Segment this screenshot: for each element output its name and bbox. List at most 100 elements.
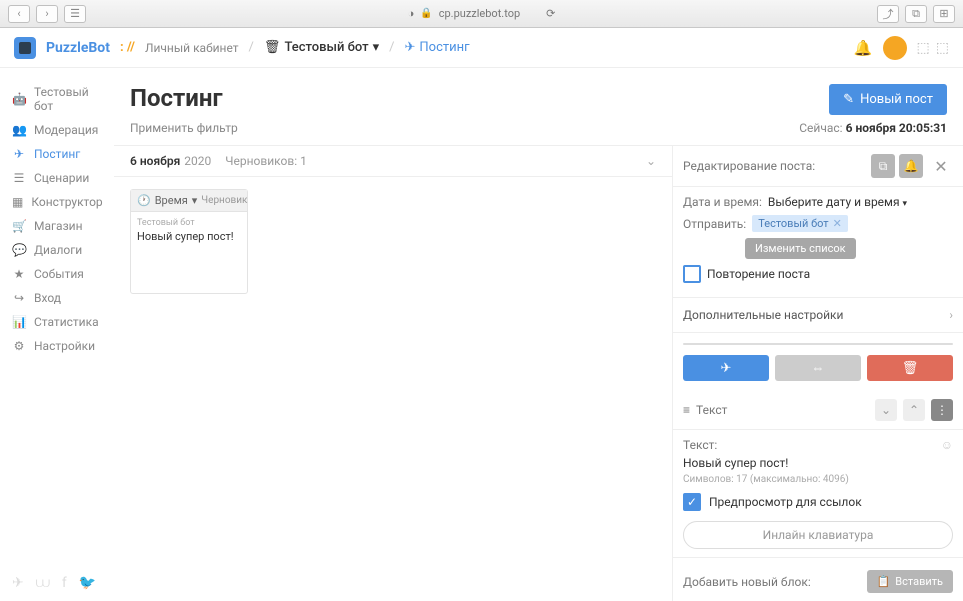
change-list-button[interactable]: Изменить список bbox=[745, 238, 856, 259]
drafts-count: Черновиков: 1 bbox=[225, 154, 307, 168]
blocks-icon: ▦ bbox=[12, 195, 23, 209]
preview-checkbox[interactable]: ✓ bbox=[683, 493, 701, 511]
sidebar-item-login[interactable]: ↪Вход bbox=[0, 286, 114, 310]
segment-draft[interactable]: Черновик bbox=[818, 344, 952, 345]
recipient-chip[interactable]: Тестовый бот✕ bbox=[752, 215, 848, 232]
vk-icon[interactable]: ⩊ bbox=[36, 575, 50, 591]
apply-filter-link[interactable]: Применить фильтр bbox=[130, 121, 238, 135]
app-logo[interactable] bbox=[14, 37, 36, 59]
telegram-icon[interactable]: ✈ bbox=[12, 575, 24, 591]
card-bot-name: Тестовый бот bbox=[137, 218, 241, 228]
chevron-down-icon: ⌄ bbox=[646, 154, 656, 168]
send-label: Отправить: bbox=[683, 217, 746, 231]
brand-name[interactable]: PuzzleBot bbox=[46, 40, 110, 56]
crumb-sep: / bbox=[249, 40, 254, 55]
block-up-button[interactable]: ⌃ bbox=[903, 399, 925, 421]
link-icon: ⇔ bbox=[812, 360, 825, 376]
datetime-label: Дата и время: bbox=[683, 195, 762, 209]
sidebar-item-events[interactable]: ★События bbox=[0, 262, 114, 286]
sidebar-item-moderation[interactable]: 👥Модерация bbox=[0, 118, 114, 142]
share-icon[interactable]: ⤴ bbox=[877, 5, 899, 23]
day-date: 6 ноября bbox=[130, 154, 180, 168]
notify-button[interactable]: 🔔 bbox=[899, 154, 923, 178]
repeat-checkbox[interactable] bbox=[683, 265, 701, 283]
insert-button[interactable]: 📋 Вставить bbox=[867, 570, 953, 593]
paste-icon: 📋 bbox=[877, 575, 891, 588]
trash-icon: 🗑 bbox=[902, 361, 919, 376]
chevron-down-icon: ▾ bbox=[192, 194, 198, 207]
send-icon: ✈ bbox=[405, 40, 416, 55]
browser-chrome: ‹ › ☰ ◑ 🔒 cp.puzzlebot.top ⟳ ⤴ ⧉ ⊞ bbox=[0, 0, 963, 28]
link-action-button[interactable]: ⇔ bbox=[775, 355, 861, 381]
crumb-page: ✈ Постинг bbox=[405, 40, 470, 55]
star-icon: ★ bbox=[12, 267, 26, 281]
block-down-button[interactable]: ⌄ bbox=[875, 399, 897, 421]
day-group-header[interactable]: 6 ноября 2020 Черновиков: 1 ⌄ bbox=[114, 146, 672, 177]
send-action-button[interactable]: ✈ bbox=[683, 355, 769, 381]
block-title: Текст bbox=[696, 403, 727, 417]
sidebar-item-shop[interactable]: 🛒Магазин bbox=[0, 214, 114, 238]
text-label: Текст: bbox=[683, 438, 717, 452]
close-editor-button[interactable]: ✕ bbox=[929, 157, 953, 176]
pencil-icon: ✎ bbox=[843, 92, 854, 107]
advanced-settings-toggle[interactable]: Дополнительные настройки › bbox=[673, 298, 963, 333]
list-icon: ☰ bbox=[12, 171, 26, 185]
crumb-bot-dropdown[interactable]: 🗑 Тестовый бот ▾ bbox=[264, 40, 379, 55]
reload-icon[interactable]: ⟳ bbox=[546, 7, 555, 20]
day-year: 2020 bbox=[184, 154, 211, 168]
forward-button[interactable]: › bbox=[36, 5, 58, 23]
sidebar-item-constructor[interactable]: ▦Конструктор bbox=[0, 190, 114, 214]
sidebar-item-stats[interactable]: 📊Статистика bbox=[0, 310, 114, 334]
add-block-label: Добавить новый блок: bbox=[683, 575, 811, 589]
editor-title: Редактирование поста: bbox=[683, 159, 815, 173]
bot-icon: 🤖 bbox=[12, 92, 26, 106]
back-button[interactable]: ‹ bbox=[8, 5, 30, 23]
new-post-button[interactable]: ✎ Новый пост bbox=[829, 84, 947, 115]
cart-icon: 🛒 bbox=[12, 219, 26, 233]
post-card-header[interactable]: 🕐 Время ▾ Черновик bbox=[131, 190, 247, 212]
brand-sep: : // bbox=[120, 40, 135, 55]
align-icon: ≡ bbox=[683, 403, 690, 417]
copy-post-button[interactable]: ⧉ bbox=[871, 154, 895, 178]
block-menu-button[interactable]: ⋮ bbox=[931, 399, 953, 421]
lock-icon: 🔒 bbox=[420, 8, 432, 19]
card-time: Время bbox=[155, 194, 188, 207]
datetime-picker[interactable]: Выберите дату и время ▾ bbox=[768, 195, 907, 209]
sidebar-item-testbot[interactable]: 🤖Тестовый бот bbox=[0, 80, 114, 118]
text-value[interactable]: Новый супер пост! bbox=[683, 456, 953, 470]
facebook-icon[interactable]: f bbox=[62, 575, 67, 591]
sidebar-item-scenarios[interactable]: ☰Сценарии bbox=[0, 166, 114, 190]
delete-action-button[interactable]: 🗑 bbox=[867, 355, 953, 381]
copy-icon[interactable]: ⧉ bbox=[905, 5, 927, 23]
url-text: cp.puzzlebot.top bbox=[439, 7, 520, 20]
sidebar: 🤖Тестовый бот 👥Модерация ✈Постинг ☰Сцена… bbox=[0, 68, 114, 601]
sidebar-social: ✈ ⩊ f 🐦 bbox=[0, 565, 114, 601]
gear-icon: ⚙ bbox=[12, 339, 26, 353]
post-card[interactable]: 🕐 Время ▾ Черновик Тестовый бот Новый су… bbox=[130, 189, 248, 294]
card-status: Черновик bbox=[201, 195, 247, 206]
card-text: Новый супер пост! bbox=[137, 230, 241, 243]
repeat-label: Повторение поста bbox=[707, 267, 810, 281]
sidebar-button[interactable]: ☰ bbox=[64, 5, 86, 23]
box-icon: 🗑 bbox=[264, 40, 281, 55]
login-icon: ↪ bbox=[12, 291, 26, 305]
crumb-cabinet[interactable]: Личный кабинет bbox=[145, 41, 239, 55]
preview-label: Предпросмотр для ссылок bbox=[709, 495, 862, 509]
segment-plan[interactable]: Запланировать bbox=[684, 344, 818, 345]
inline-keyboard-button[interactable]: Инлайн клавиатура bbox=[683, 521, 953, 549]
sidebar-item-settings[interactable]: ⚙Настройки bbox=[0, 334, 114, 358]
shield-icon: ◑ bbox=[408, 7, 415, 20]
tabs-icon[interactable]: ⊞ bbox=[933, 5, 955, 23]
emoji-icon[interactable]: ☺ bbox=[941, 438, 953, 452]
address-bar[interactable]: ◑ 🔒 cp.puzzlebot.top ⟳ bbox=[92, 7, 871, 20]
notifications-icon[interactable]: 🔔 bbox=[854, 39, 873, 57]
remove-chip-icon[interactable]: ✕ bbox=[833, 217, 842, 230]
crumb-sep: / bbox=[389, 40, 394, 55]
editor-panel: Редактирование поста: ⧉ 🔔 ✕ Дата и время… bbox=[672, 145, 963, 601]
twitter-icon[interactable]: 🐦 bbox=[79, 575, 96, 591]
chevron-right-icon: › bbox=[949, 308, 953, 322]
user-icons[interactable]: ⬚⬚ bbox=[917, 40, 949, 56]
sidebar-item-posting[interactable]: ✈Постинг bbox=[0, 142, 114, 166]
sidebar-item-dialogs[interactable]: 💬Диалоги bbox=[0, 238, 114, 262]
avatar[interactable] bbox=[883, 36, 907, 60]
